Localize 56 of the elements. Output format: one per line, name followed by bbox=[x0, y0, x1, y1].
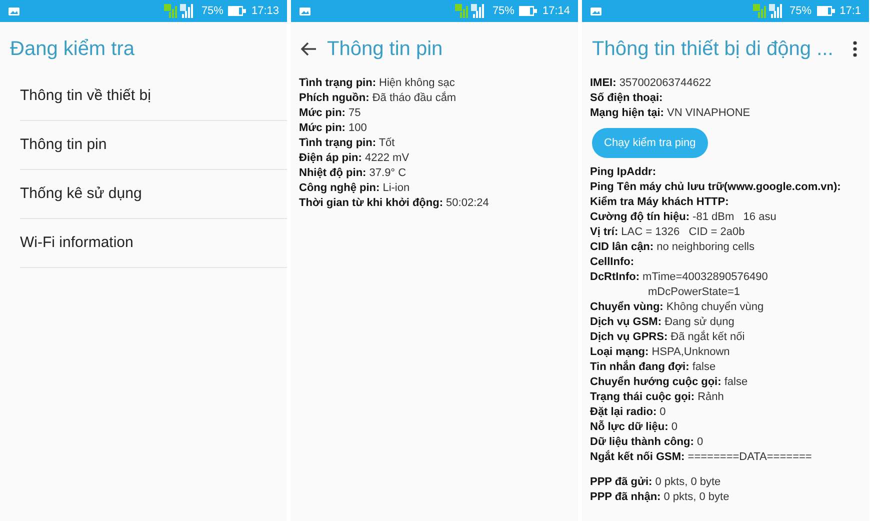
picture-notification-icon bbox=[299, 6, 311, 16]
info-line: Nỗ lực dữ liệu: 0 bbox=[590, 420, 678, 435]
menu-item[interactable]: Thông tin pin bbox=[20, 121, 287, 170]
info-line: PPP đã gửi: 0 pkts, 0 byte bbox=[590, 475, 722, 490]
info-line: Tình trạng pin: Tốt bbox=[299, 136, 396, 151]
info-line: Chuyển vùng: Không chuyển vùng bbox=[590, 300, 765, 315]
info-line: Dịch vụ GPRS: Đã ngắt kết nối bbox=[590, 330, 746, 345]
menu-item[interactable]: Thông tin về thiết bị bbox=[20, 72, 287, 121]
info-line: Dữ liệu thành công: 0 bbox=[590, 435, 704, 450]
info-line: Số điện thoại: bbox=[590, 91, 664, 106]
info-line: Công nghệ pin: Li-ion bbox=[299, 181, 411, 196]
info-line: Chuyển hướng cuộc gọi: false bbox=[590, 375, 749, 390]
battery-icon bbox=[519, 6, 538, 16]
screen-title: Thông tin thiết bị di động ... bbox=[592, 37, 834, 62]
screen-title: Thông tin pin bbox=[327, 37, 444, 62]
info-line: Loại mạng: HSPA,Unknown bbox=[590, 345, 731, 360]
info-line: Dịch vụ GSM: Đang sử dụng bbox=[590, 315, 736, 330]
info-line: Ping Tên máy chủ lưu trữ(www.google.com.vn): bbox=[590, 180, 842, 195]
info-line: Đặt lại radio: 0 bbox=[590, 405, 667, 420]
info-line: Tin nhắn đang đợi: false bbox=[590, 360, 717, 375]
back-arrow-icon[interactable] bbox=[301, 42, 317, 56]
screen-title: Đang kiểm tra bbox=[10, 37, 136, 62]
battery-icon bbox=[816, 6, 835, 16]
menu-item[interactable]: Thống kê sử dụng bbox=[20, 170, 287, 219]
info-line: Trạng thái cuộc gọi: Rảnh bbox=[590, 390, 725, 405]
info-line: Mạng hiện tại: VN VINAPHONE bbox=[590, 106, 752, 121]
info-line: Nhiệt độ pin: 37.9° C bbox=[299, 166, 408, 181]
battery-percent: 75% bbox=[790, 4, 812, 19]
info-line: PPP đã nhận: 0 pkts, 0 byte bbox=[590, 490, 730, 505]
info-line: Cường độ tín hiệu: -81 dBm 16 asu bbox=[590, 210, 778, 225]
info-line: Mức pin: 100 bbox=[299, 121, 368, 136]
battery-icon bbox=[228, 6, 246, 16]
clock: 17:14 bbox=[542, 4, 570, 19]
info-line: Ping IpAddr: bbox=[590, 165, 657, 180]
info-line: Tình trạng pin: Hiện không sạc bbox=[299, 76, 456, 91]
info-line: Điện áp pin: 4222 mV bbox=[299, 151, 410, 166]
battery-percent: 75% bbox=[492, 4, 514, 19]
menu-item[interactable]: Wi-Fi information bbox=[20, 219, 287, 268]
info-line: IMEI: 357002063744622 bbox=[590, 76, 712, 91]
info-line: Vị trí: LAC = 1326 CID = 2a0b bbox=[590, 225, 746, 240]
info-line: CellInfo: bbox=[590, 255, 635, 270]
info-line: mDcPowerState=1 bbox=[647, 285, 742, 300]
battery-percent: 75% bbox=[201, 4, 224, 19]
clock: 17:1 bbox=[840, 4, 861, 19]
info-line: CID lân cận: no neighboring cells bbox=[590, 240, 756, 255]
info-line: Mức pin: 75 bbox=[299, 106, 362, 121]
info-line: Phích nguồn: Đã tháo đầu cắm bbox=[299, 91, 458, 106]
info-line: Kiểm tra Máy khách HTTP: bbox=[590, 195, 730, 210]
info-line: DcRtInfo: mTime=40032890576490 bbox=[590, 270, 769, 285]
picture-notification-icon bbox=[8, 6, 20, 16]
picture-notification-icon bbox=[590, 6, 602, 16]
clock: 17:13 bbox=[251, 4, 279, 19]
info-line: Thời gian từ khi khởi động: 50:02:24 bbox=[299, 196, 490, 211]
signal-icon bbox=[752, 4, 785, 18]
more-options-icon[interactable] bbox=[853, 41, 857, 57]
info-line: Ngắt kết nối GSM: ========DATA======= bbox=[590, 450, 813, 465]
